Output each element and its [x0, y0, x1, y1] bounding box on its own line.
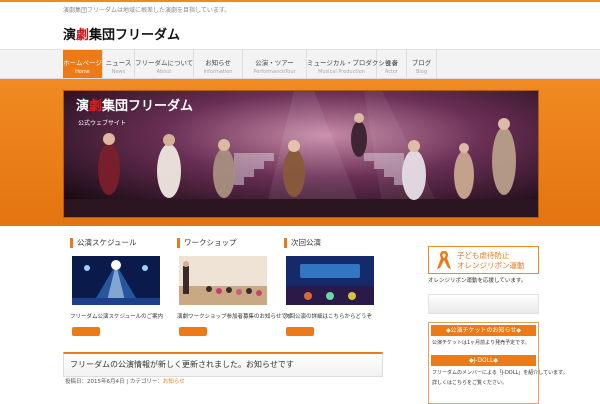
- nav-musical-production[interactable]: ミュージカル・プロダクション Musical Production: [307, 50, 398, 78]
- stage-lights-icon: [72, 256, 160, 305]
- nav-about[interactable]: フリーダムについて About: [135, 50, 194, 78]
- sidebar-text: 公演チケットは1ヶ月前より発売予定です。: [432, 340, 530, 346]
- column-image-stage-lights[interactable]: [72, 256, 160, 305]
- column-title: 公演スケジュール: [70, 238, 165, 248]
- logo-suffix: 集団フリーダム: [89, 28, 181, 43]
- nav-home[interactable]: ホームページ Home: [63, 50, 103, 78]
- top-accent-line: [0, 0, 600, 2]
- column-text: 演劇ワークショップ参加者募集のお知らせです: [177, 314, 293, 320]
- nav-sublabel: Actor: [384, 69, 399, 75]
- sidebar-text: フリーダムのメンバーによる「J-DOLL」を紹介しています。: [432, 370, 568, 376]
- nav-news[interactable]: ニュース News: [103, 50, 135, 78]
- sidebar-heading-tickets: ◆公演チケットのお知らせ◆: [431, 325, 536, 336]
- column-more-button[interactable]: [72, 327, 100, 336]
- hero-title-accent: 劇: [89, 99, 103, 114]
- nav-sublabel: Blog: [415, 69, 428, 75]
- nav-information[interactable]: お知らせ Information: [194, 50, 243, 78]
- column-text: 次回公演の詳細はこちらからどうぞ: [284, 314, 373, 320]
- column-title: 次回公演: [284, 238, 379, 248]
- hero-subtitle: 公式ウェブサイト: [78, 120, 127, 127]
- nav-label: ニュース: [105, 59, 132, 67]
- feature-column-1: 公演スケジュール フリーダム公演スケジュールのご案内: [70, 238, 165, 336]
- logo-prefix: 演: [63, 28, 77, 43]
- column-more-button[interactable]: [179, 327, 207, 336]
- ribbon-line-2: オレンジリボン運動: [457, 261, 525, 270]
- column-more-button[interactable]: [286, 327, 314, 336]
- post-header: フリーダムの公演情報が新しく更新されました。お知らせです: [63, 352, 383, 377]
- nav-label: 役者: [385, 59, 398, 67]
- logo-accent: 劇: [76, 28, 90, 43]
- column-title: ワークショップ: [177, 238, 272, 248]
- nav-actor[interactable]: 役者 Actor: [377, 50, 407, 78]
- post-meta-prefix: 投稿日：: [65, 379, 88, 385]
- site-logo[interactable]: 演劇集団フリーダム: [63, 24, 180, 43]
- sidebar-info-box: ◆公演チケットのお知らせ◆ 公演チケットは1ヶ月前より発売予定です。 ◆J-DO…: [428, 322, 568, 404]
- post-meta: 投稿日：2015年6月4日 | カテゴリー：お知らせ: [65, 377, 185, 385]
- hero-banner[interactable]: 演劇集団フリーダム 公式ウェブサイト: [63, 90, 539, 218]
- nav-blog[interactable]: ブログ Blog: [407, 50, 437, 78]
- nav-sublabel: PerformanceTour: [253, 69, 296, 75]
- post-title[interactable]: フリーダムの公演情報が新しく更新されました。お知らせです: [70, 359, 294, 370]
- hero-title: 演劇集団フリーダム: [76, 95, 193, 114]
- post-meta-separator: | カテゴリー：: [124, 379, 163, 385]
- orange-ribbon-banner[interactable]: 子ども虐待防止 オレンジリボン運動: [428, 246, 539, 274]
- sidebar-widget: [428, 294, 539, 314]
- main-nav: ホームページ Home ニュース News フリーダムについて About お知…: [0, 49, 600, 79]
- workshop-photo-icon: [179, 256, 267, 305]
- feature-column-3: 次回公演 次回公演の詳細はこちらからどうぞ: [284, 238, 379, 336]
- poster-image-icon: [286, 256, 374, 305]
- hero-title-suffix: 集団フリーダム: [102, 99, 194, 114]
- nav-label: フリーダムについて: [135, 59, 194, 67]
- nav-sublabel: News: [111, 69, 126, 75]
- post-date: 2015年6月4日: [87, 379, 125, 385]
- nav-performance-tour[interactable]: 公演・ツアー PerformanceTour: [243, 50, 307, 78]
- nav-sublabel: Home: [75, 69, 90, 75]
- nav-sublabel: Musical Production: [318, 69, 365, 75]
- post-category-link[interactable]: お知らせ: [163, 379, 185, 385]
- sidebar-heading-jdoll: ◆J-DOLL◆: [431, 355, 536, 366]
- feature-column-2: ワークショップ 演劇ワークショップ参加者募集のお知らせです: [177, 238, 293, 336]
- nav-label: ミュージカル・プロダクション: [307, 59, 398, 67]
- hero-title-prefix: 演: [76, 99, 90, 114]
- nav-label: ホームページ: [63, 59, 102, 67]
- site-tagline: 演劇集団フリーダムは地域に根差した演劇を目指しています。: [63, 7, 231, 14]
- column-text: フリーダム公演スケジュールのご案内: [70, 314, 164, 320]
- nav-label: お知らせ: [205, 59, 231, 67]
- column-image-poster[interactable]: [286, 256, 374, 305]
- orange-ribbon-icon: [437, 251, 451, 269]
- ribbon-caption-link[interactable]: オレンジリボン運動を応援しています。: [428, 276, 526, 284]
- column-image-workshop[interactable]: [179, 256, 267, 305]
- nav-label: 公演・ツアー: [255, 59, 294, 67]
- nav-label: ブログ: [411, 59, 432, 67]
- sidebar-link[interactable]: 詳しくはこちらをご覧ください。: [432, 379, 507, 386]
- nav-sublabel: About: [156, 69, 172, 75]
- nav-sublabel: Information: [203, 69, 233, 75]
